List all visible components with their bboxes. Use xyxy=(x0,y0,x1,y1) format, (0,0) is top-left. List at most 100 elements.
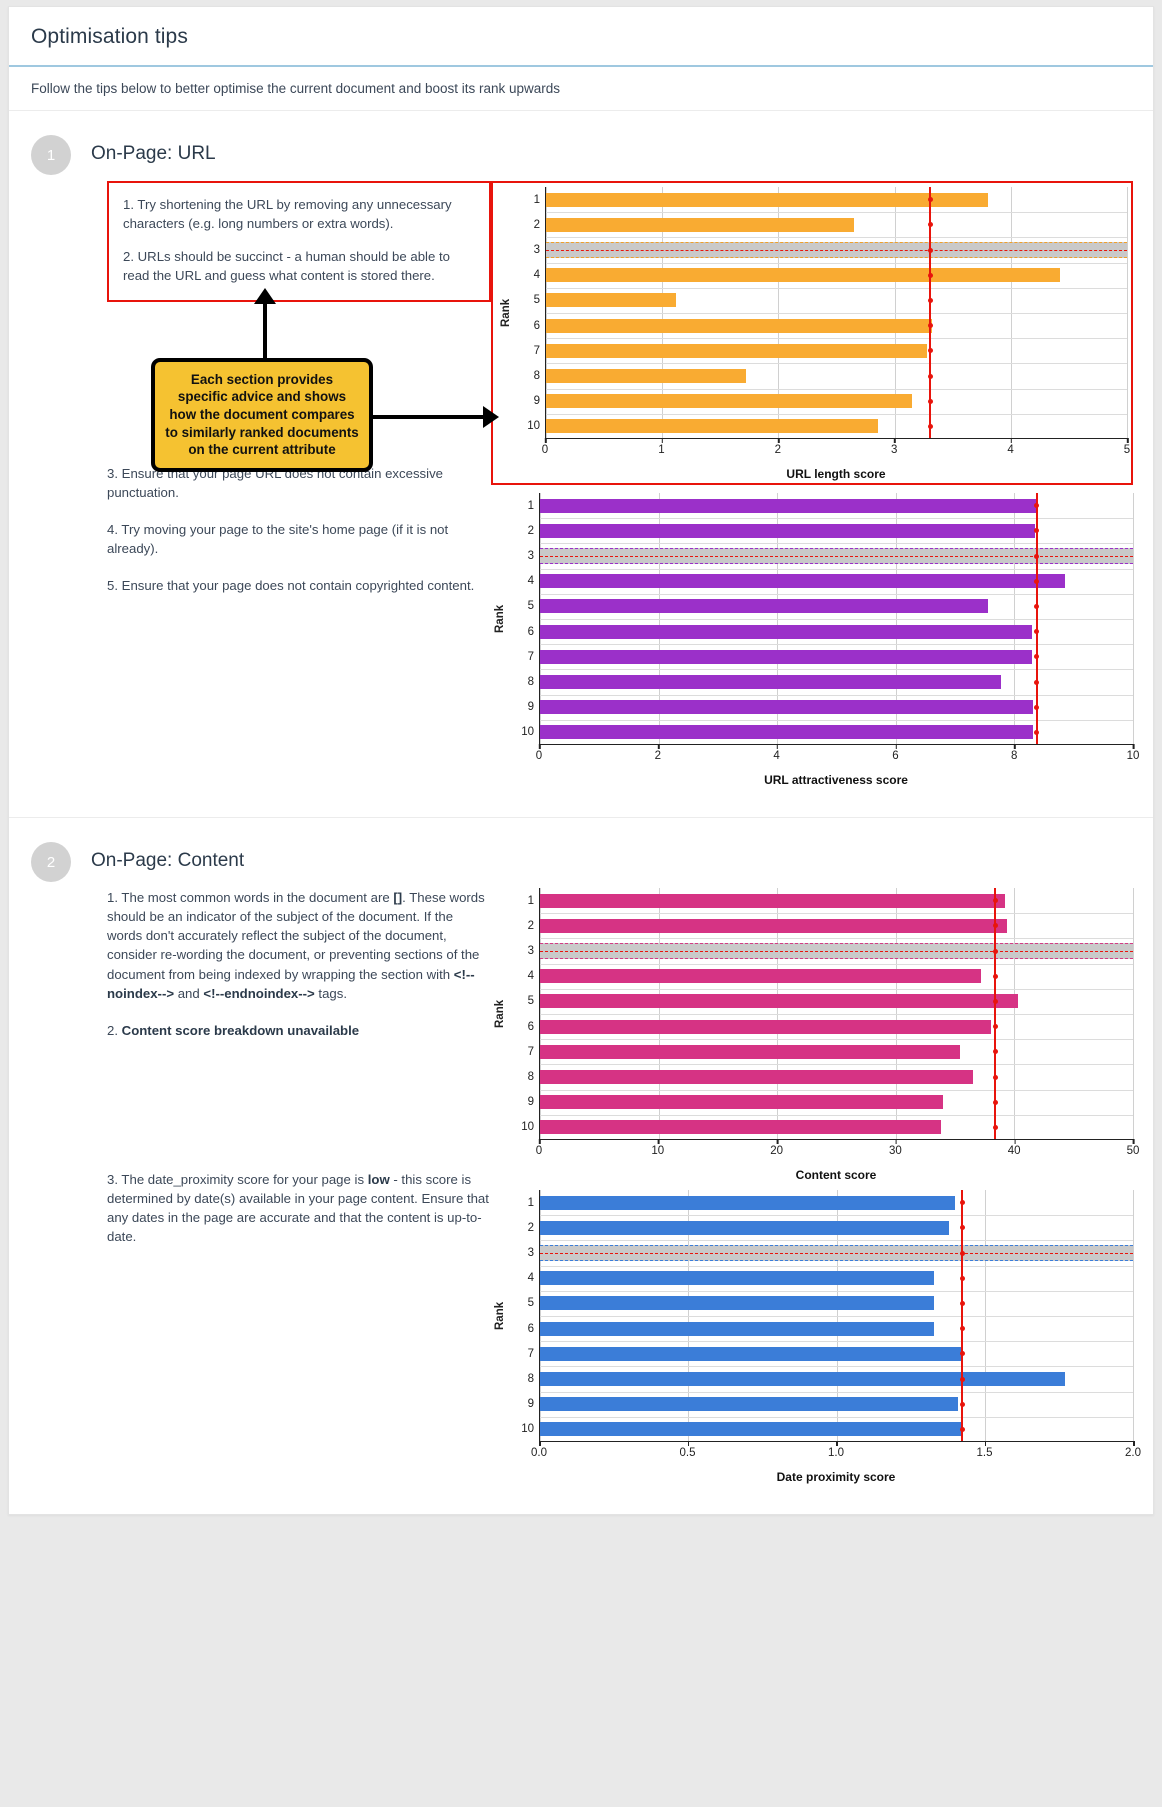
chart-selected-value-dot xyxy=(959,1401,965,1407)
chart-y-tick-label: 3 xyxy=(509,1240,544,1265)
card-subtitle: Follow the tips below to better optimise… xyxy=(9,67,1153,111)
chart-bar-row xyxy=(540,913,1133,938)
chart-selected-value-dot xyxy=(959,1326,965,1332)
chart-container: Rank 1 2 3 4 5 6 7 8 9 10 0 2 4 6 8 10 URL attractiveness… xyxy=(491,493,1139,787)
chart-x-tick-label: 40 xyxy=(1007,1139,1021,1157)
chart-selected-value-dot xyxy=(992,1074,998,1080)
section-on-page-content: 2 On-Page: Content 1. The most common wo… xyxy=(9,818,1153,1514)
chart-bars-area xyxy=(540,888,1134,1140)
chart-plot-area: Rank 1 2 3 4 5 6 7 8 9 10 xyxy=(491,493,1134,745)
chart-y-tick-label: 1 xyxy=(509,1190,544,1215)
chart-bar xyxy=(546,217,854,232)
chart-container: Rank 1 2 3 4 5 6 7 8 9 10 0 10 20 30 40 50 Content score xyxy=(491,888,1139,1182)
chart-selected-value-dot xyxy=(959,1376,965,1382)
chart-x-tick-label: 1 xyxy=(658,438,665,456)
chart-bar-row xyxy=(546,414,1127,439)
chart-selected-value-dot xyxy=(1034,553,1040,559)
chart-bar xyxy=(540,1095,944,1110)
chart-y-tick-label: 4 xyxy=(509,569,544,594)
chart-selected-value-dot xyxy=(992,998,998,1004)
body-text: tags. xyxy=(314,985,348,1001)
chart-y-axis-label: Rank xyxy=(500,298,512,328)
chart-bar xyxy=(546,343,928,358)
chart-bar xyxy=(540,1321,935,1336)
chart-y-tick-label: 7 xyxy=(509,1039,544,1064)
chart-x-tick-label: 2 xyxy=(654,744,661,762)
chart-y-tick-label: 5 xyxy=(515,288,550,313)
chart-x-tick-label: 30 xyxy=(888,1139,902,1157)
chart-container: Rank 1 2 3 4 5 6 7 8 9 10 0 1 2 3 4 5 URL length score xyxy=(497,187,1130,481)
section-tips-column: 1. Try shortening the URL by removing an… xyxy=(91,181,499,613)
chart-bar-row xyxy=(546,237,1127,262)
emphasis-text: low xyxy=(367,1171,390,1187)
chart-bar-row xyxy=(540,594,1133,619)
tip-item: 2. URLs should be succinct - a human sho… xyxy=(123,249,450,284)
chart-bar-row xyxy=(540,989,1133,1014)
highlighted-tip-box: 1. Try shortening the URL by removing an… xyxy=(107,181,491,302)
chart-bar xyxy=(540,574,1066,589)
chart-selected-value-dot xyxy=(927,272,933,278)
chart-selected-value-dot xyxy=(992,1024,998,1030)
chart-bar-row xyxy=(540,938,1133,963)
tip-item: 1. The most common words in the document… xyxy=(107,888,491,1003)
chart-bar-row xyxy=(540,518,1133,543)
chart-y-tick-label: 3 xyxy=(515,237,550,262)
section-number-badge: 2 xyxy=(31,842,71,882)
chart-y-tick-label: 1 xyxy=(509,493,544,518)
chart-y-tick-label: 2 xyxy=(509,1215,544,1240)
chart-bar-row xyxy=(540,1266,1133,1291)
chart-y-tick-label: 8 xyxy=(509,1064,544,1089)
chart-bar xyxy=(540,599,988,614)
chart-bar xyxy=(540,1195,956,1210)
chart-plot-area: Rank 1 2 3 4 5 6 7 8 9 10 xyxy=(491,888,1134,1140)
chart-selected-value-dot xyxy=(959,1300,965,1306)
annotation-callout-wrap: Each section provides specific advice an… xyxy=(107,287,499,472)
chart-bar xyxy=(540,918,1008,933)
chart-selected-value-dot xyxy=(992,898,998,904)
chart-y-tick-label: 2 xyxy=(509,518,544,543)
chart-x-tick-label: 10 xyxy=(651,1139,665,1157)
chart-y-tick-label: 4 xyxy=(515,263,550,288)
chart-date-proximity: Rank 1 2 3 4 5 6 7 8 9 10 0.0 0.5 1.0 1.5 2.0 Date proxi… xyxy=(491,1190,1141,1484)
chart-selected-value-dot xyxy=(927,373,933,379)
chart-bar-row xyxy=(540,1039,1133,1064)
chart-y-tick-label: 6 xyxy=(509,1014,544,1039)
chart-x-tick-label: 0 xyxy=(535,1139,543,1157)
chart-x-tick-label: 1.0 xyxy=(828,1441,844,1459)
chart-bar xyxy=(546,394,913,409)
annotation-callout: Each section provides specific advice an… xyxy=(151,357,373,472)
chart-gridline-vertical xyxy=(1127,187,1128,438)
chart-y-tick-label: 6 xyxy=(515,313,550,338)
chart-bar xyxy=(540,1346,962,1361)
chart-y-tick-label: 8 xyxy=(509,669,544,694)
chart-bar-row xyxy=(540,1392,1133,1417)
chart-bar xyxy=(540,969,982,984)
chart-x-tick-label: 3 xyxy=(890,438,898,456)
chart-selected-value-dot xyxy=(1034,679,1040,685)
chart-selected-value-dot xyxy=(992,1099,998,1105)
chart-y-tick-label: 9 xyxy=(509,1090,544,1115)
chart-y-tick-label: 10 xyxy=(509,720,544,745)
chart-bar xyxy=(540,1044,960,1059)
section-charts-column: Rank 1 2 3 4 5 6 7 8 9 10 0 10 20 30 40 50 Content score … xyxy=(491,888,1141,1492)
tip-item: 1. Try shortening the URL by removing an… xyxy=(123,197,452,232)
chart-bar xyxy=(540,1397,959,1412)
chart-bar xyxy=(540,1296,935,1311)
chart-x-tick-label: 50 xyxy=(1126,1139,1140,1157)
chart-x-axis: 0 1 2 3 4 5 xyxy=(542,438,1130,461)
chart-x-tick-label: 2 xyxy=(774,438,781,456)
chart-y-tick-label: 1 xyxy=(509,888,544,913)
chart-bar-row xyxy=(540,1341,1133,1366)
chart-bar-row xyxy=(540,695,1133,720)
chart-y-tick-label: 5 xyxy=(509,1291,544,1316)
chart-bar xyxy=(540,624,1033,639)
chart-bar-row xyxy=(540,569,1133,594)
chart-bars-area xyxy=(540,493,1134,745)
emphasis-text: Content score breakdown unavailable xyxy=(121,1022,360,1038)
chart-bar xyxy=(540,498,1037,513)
chart-bar-row xyxy=(540,1240,1133,1265)
chart-y-tick-label: 7 xyxy=(509,1341,544,1366)
chart-bar-row xyxy=(540,1190,1133,1215)
chart-bar xyxy=(540,523,1035,538)
chart-plot-area: Rank 1 2 3 4 5 6 7 8 9 10 xyxy=(497,187,1128,439)
